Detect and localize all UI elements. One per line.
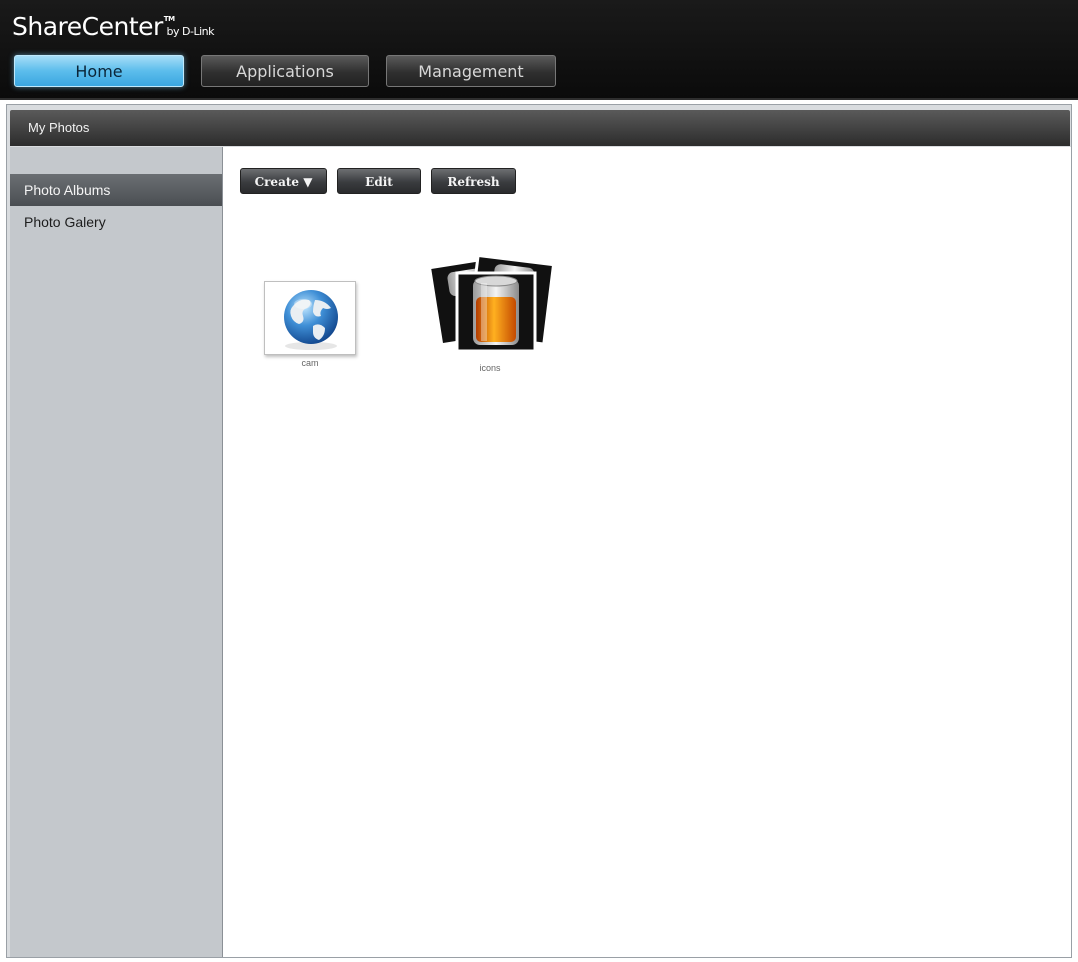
- nav-home-button[interactable]: Home: [14, 55, 184, 87]
- nav-management-button[interactable]: Management: [386, 55, 556, 87]
- edit-button[interactable]: Edit: [337, 168, 421, 194]
- panel-header: My Photos: [10, 110, 1070, 146]
- content-area: Create ▼ Edit Refresh cam icons: [223, 147, 1071, 957]
- nav-applications-button[interactable]: Applications: [201, 55, 369, 87]
- album-label-cam: cam: [301, 358, 319, 368]
- album-item-icons[interactable]: icons: [417, 243, 563, 373]
- top-bar: ShareCenterTM by D-Link Home Applications…: [0, 0, 1078, 100]
- panel-title: My Photos: [28, 120, 90, 135]
- sharecenter-app: ShareCenterTM by D-Link Home Applications…: [0, 0, 1078, 962]
- create-dropdown-button[interactable]: Create ▼: [240, 168, 327, 194]
- logo-by-line: by D-Link: [166, 25, 215, 38]
- logo-text: ShareCenter: [12, 12, 163, 41]
- album-thumbnail[interactable]: [264, 281, 356, 355]
- globe-icon: [284, 290, 338, 350]
- album-item-cam[interactable]: cam: [263, 243, 357, 368]
- sharecenter-logo: ShareCenterTM by D-Link: [12, 12, 215, 41]
- refresh-button[interactable]: Refresh: [431, 168, 516, 194]
- sidebar: Photo Albums Photo Galery: [10, 147, 223, 957]
- battery-stack-icon: [427, 253, 556, 353]
- logo-trademark: TM: [163, 15, 175, 23]
- album-label-icons: icons: [479, 363, 501, 373]
- sidebar-item-photo-albums[interactable]: Photo Albums: [10, 174, 222, 206]
- sidebar-item-photo-gallery[interactable]: Photo Galery: [10, 206, 222, 238]
